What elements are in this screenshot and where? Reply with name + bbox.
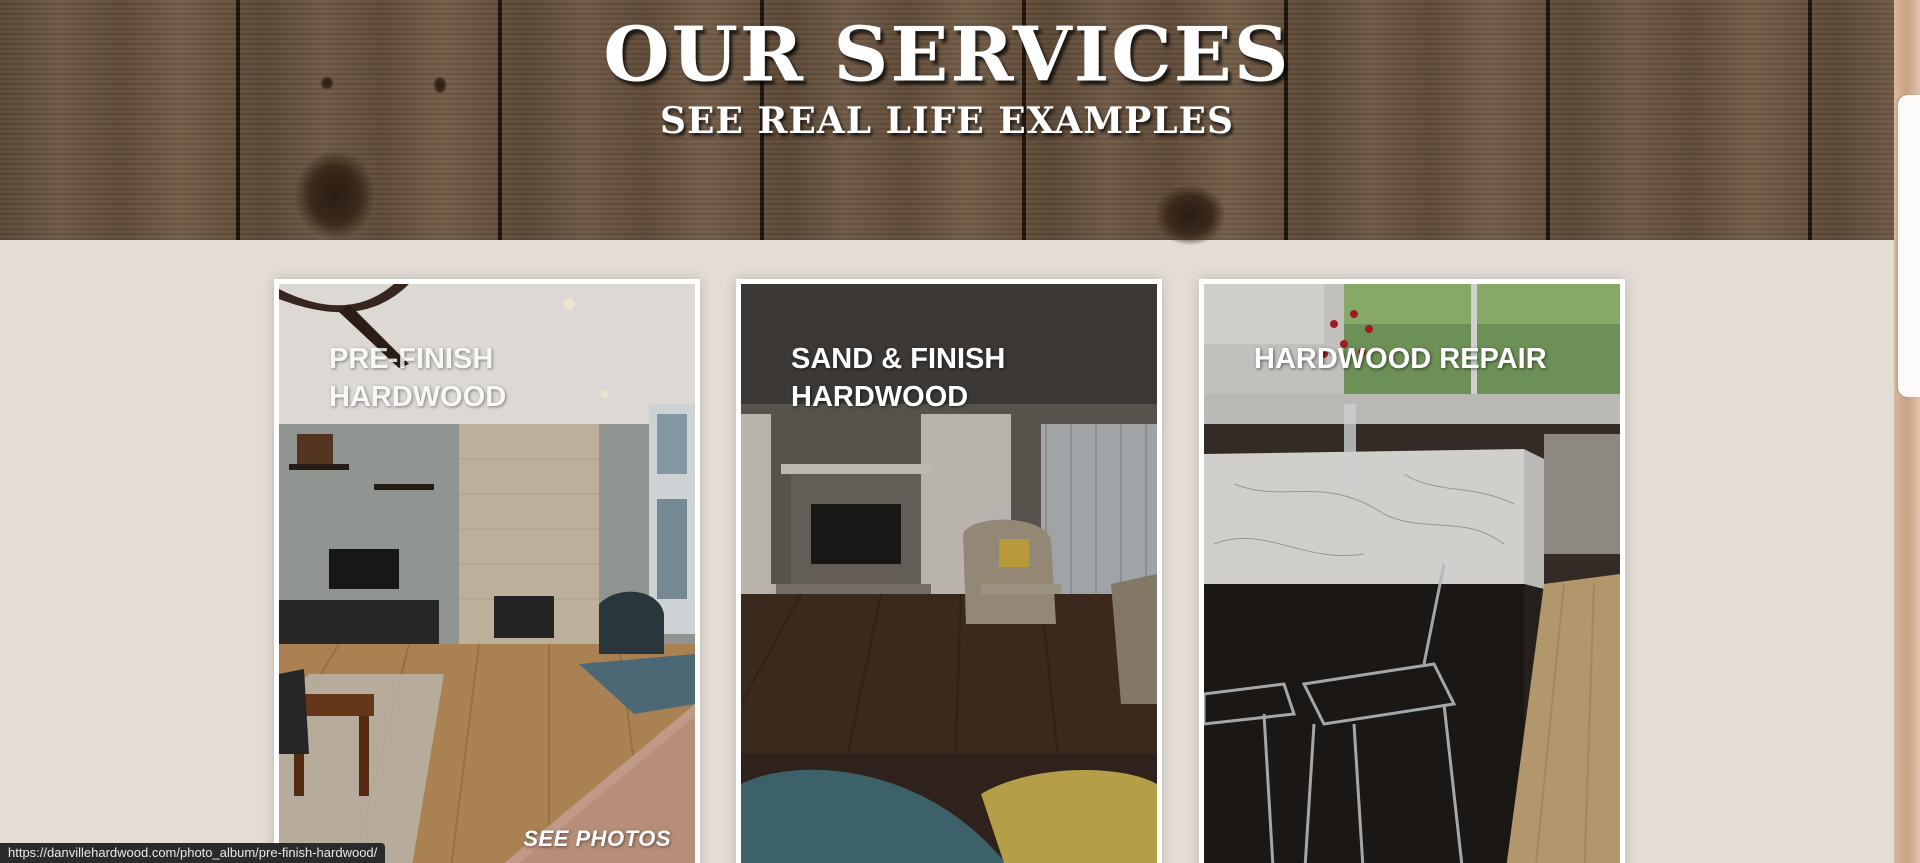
vertical-scrollbar-thumb[interactable]: [1898, 95, 1920, 397]
see-photos-link[interactable]: SEE PHOTOS: [523, 826, 671, 852]
service-card-sand-finish[interactable]: SAND & FINISH HARDWOOD: [736, 279, 1162, 863]
service-card-pre-finish[interactable]: PRE-FINISH HARDWOOD SEE PHOTOS: [274, 279, 700, 863]
card-title: PRE-FINISH HARDWOOD: [329, 343, 507, 413]
hero-banner: OUR SERVICES SEE REAL LIFE EXAMPLES: [0, 0, 1894, 245]
card-title: HARDWOOD REPAIR: [1254, 343, 1547, 375]
wood-knot: [1155, 185, 1225, 245]
page-title: OUR SERVICES: [603, 10, 1291, 99]
card-title: SAND & FINISH HARDWOOD: [791, 343, 1006, 413]
link-preview-status-bar: https://danvillehardwood.com/photo_album…: [0, 843, 386, 863]
page: OUR SERVICES SEE REAL LIFE EXAMPLES PRE-…: [0, 0, 1920, 863]
service-card-hardwood-repair[interactable]: HARDWOOD REPAIR: [1199, 279, 1625, 863]
page-subtitle: SEE REAL LIFE EXAMPLES: [660, 100, 1234, 142]
wood-knot: [295, 150, 375, 240]
